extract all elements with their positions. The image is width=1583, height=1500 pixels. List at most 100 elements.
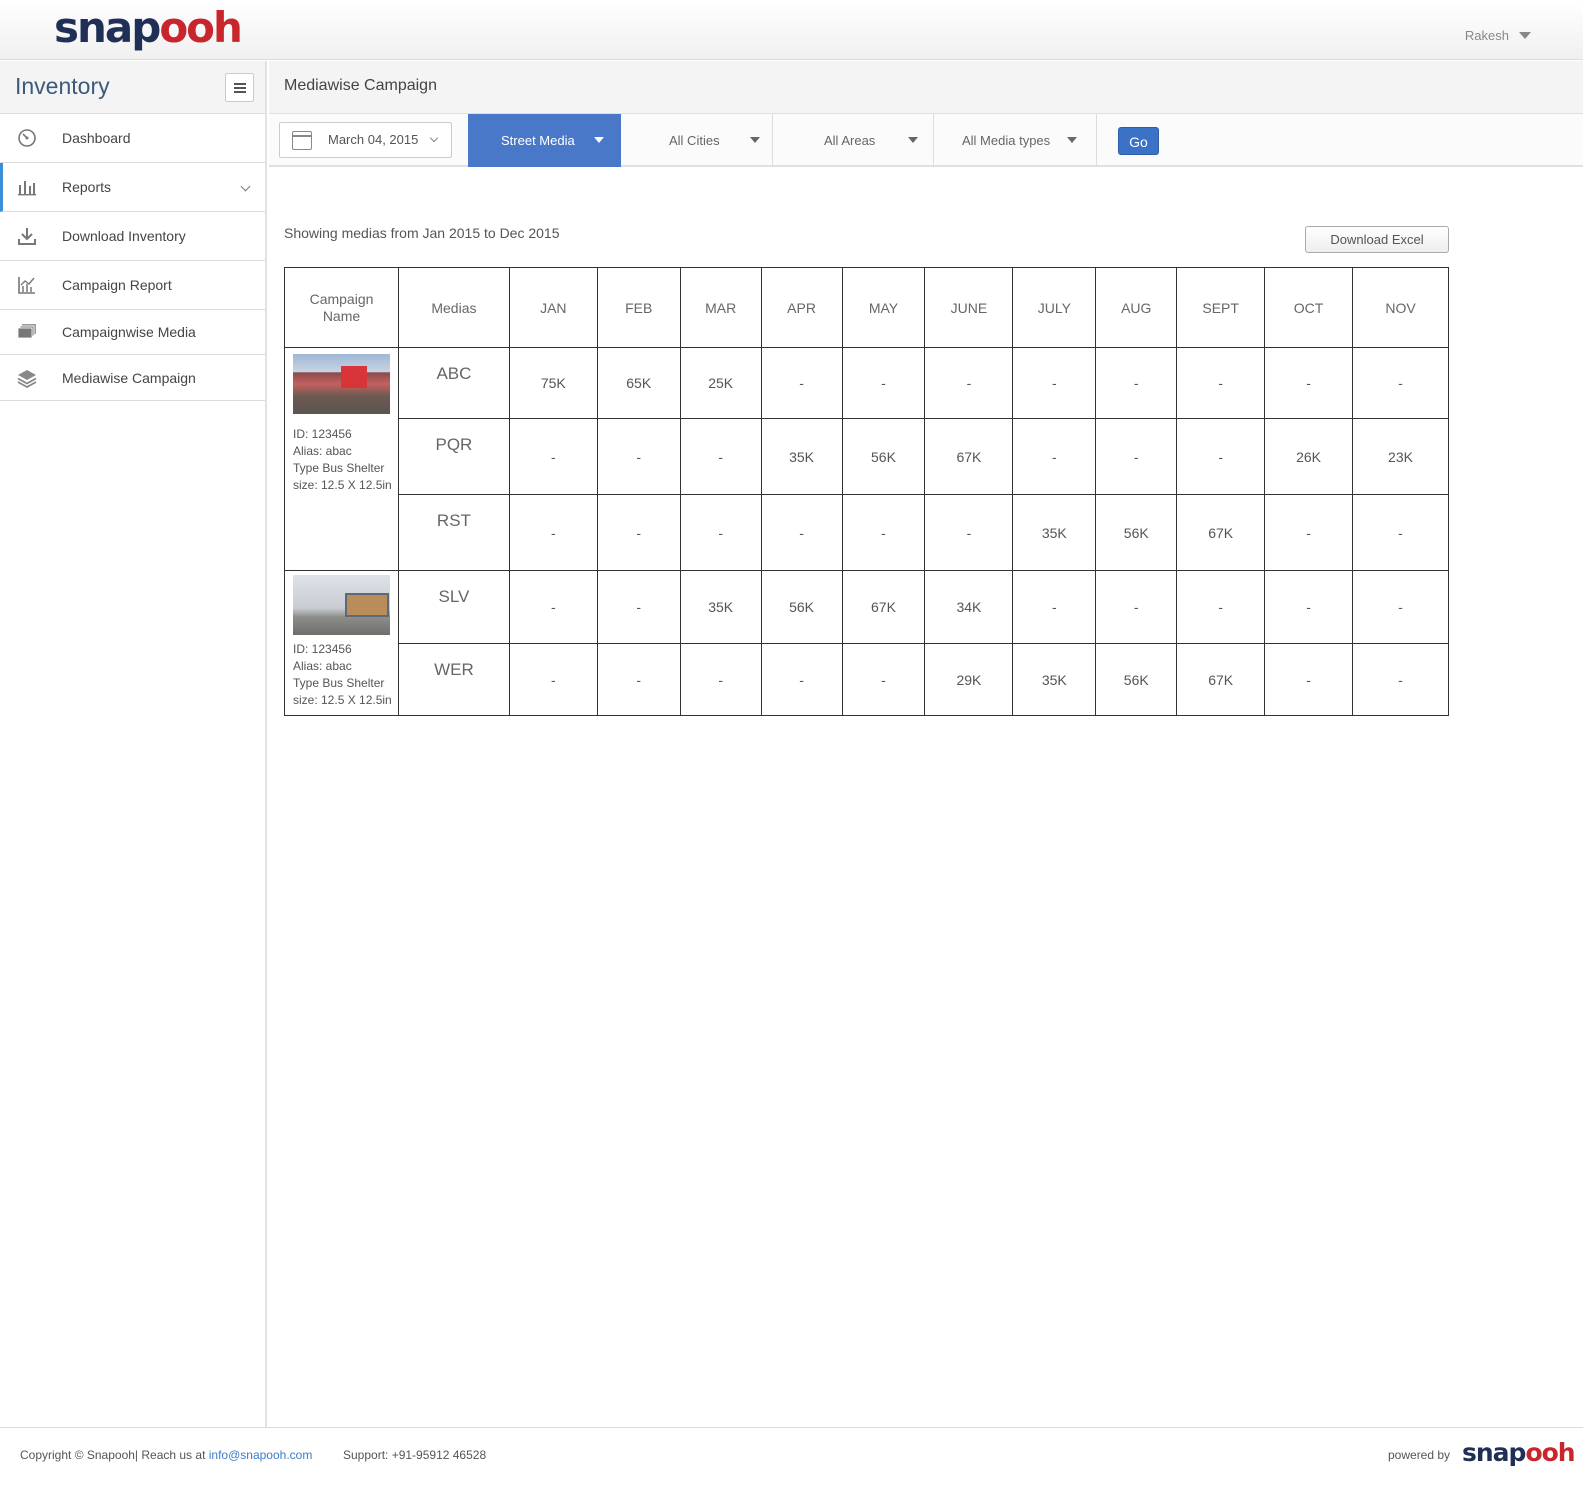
value-cell: - [596,643,681,716]
value-cell: - [1264,570,1354,644]
campaign-alias: Alias: abac [293,444,352,458]
value-cell: - [1012,347,1097,419]
sidebar-header: Inventory [0,61,265,114]
sidebar-item-label: Campaignwise Media [62,324,196,340]
snapooh-logo[interactable]: snapooh [54,2,243,54]
area-dropdown[interactable]: All Areas [773,114,934,167]
column-header: JULY [1012,267,1097,348]
value-cell: - [596,570,681,644]
city-value: All Cities [669,133,720,148]
sidebar-item-campaign-report[interactable]: Campaign Report [0,261,265,310]
layers-icon [17,369,37,388]
media-name: SLV [397,570,510,644]
user-name: Rakesh [1464,28,1509,43]
sidebar-item-dashboard[interactable]: Dashboard [0,114,265,163]
go-button[interactable]: Go [1118,127,1159,155]
media-type-dropdown[interactable]: All Media types [934,114,1097,167]
value-cell: - [1264,494,1354,571]
page-title: Mediawise Campaign [284,77,437,94]
value-cell: - [760,643,843,716]
campaign-id: ID: 123456 [293,427,352,441]
sidebar-item-label: Reports [62,179,112,195]
logo-text-part1: snap [54,3,161,52]
sidebar-item-reports[interactable]: Reports [0,163,265,212]
value-cell: - [1176,418,1266,495]
support-text: Support: +91-95912 46528 [343,1448,487,1462]
column-header: SEPT [1176,267,1266,348]
email-link[interactable]: info@snapooh.com [209,1448,313,1462]
menu-line [234,91,246,93]
calendar-icon [292,131,312,150]
column-header: OCT [1264,267,1354,348]
column-header: JUNE [924,267,1014,348]
media-name: WER [397,643,510,716]
value-cell: 29K [924,643,1014,716]
campaign-type: Type Bus Shelter [293,461,385,475]
caret-down-icon [1067,137,1077,143]
menu-line [234,87,246,89]
table-header-row: Campaign Name Medias JAN FEB MAR APR MAY… [284,267,1449,348]
column-header: MAY [841,267,926,348]
value-cell: - [1352,494,1449,571]
value-cell: - [841,643,926,716]
column-header: APR [760,267,843,348]
value-cell: 56K [1095,494,1178,571]
copyright-text: Copyright © Snapooh| Reach us at [20,1448,209,1462]
bar-chart-icon [18,181,36,196]
campaign-cell: ID: 123456 Alias: abac Type Bus Shelter … [284,347,399,571]
value-cell: - [1352,643,1449,716]
campaign-thumbnail[interactable] [293,354,390,414]
chevron-down-icon [240,181,251,192]
download-icon [18,228,36,245]
column-header: AUG [1095,267,1178,348]
value-cell: - [679,643,762,716]
chevron-down-icon [429,133,439,143]
sidebar-item-campaignwise-media[interactable]: Campaignwise Media [0,310,265,355]
value-cell: - [1012,570,1097,644]
value-cell: 67K [841,570,926,644]
value-cell: - [679,418,762,495]
table-row: PQR - - - 35K 56K 67K - - - 26K 23K [285,418,1449,495]
column-header: Campaign Name [284,267,399,348]
value-cell: 35K [679,570,762,644]
value-cell: - [841,494,926,571]
value-cell: - [1012,418,1097,495]
value-cell: - [679,494,762,571]
value-cell: 23K [1352,418,1449,495]
table-row: ID: 123456 Alias: abac Type Bus Shelter … [284,347,1449,571]
campaign-id: ID: 123456 [293,642,352,656]
value-cell: - [924,494,1014,571]
value-cell: 35K [1012,643,1097,716]
value-cell: - [924,347,1014,419]
value-cell: 67K [1176,643,1266,716]
logo-text-part1: snap [1462,1438,1526,1467]
caret-down-icon [908,137,918,143]
value-cell: 67K [924,418,1014,495]
campaign-thumbnail[interactable] [293,575,390,635]
sidebar: Inventory Dashboard Reports Download Inv… [0,61,267,1427]
campaign-table: Campaign Name Medias JAN FEB MAR APR MAY… [284,267,1449,716]
value-cell: 75K [508,347,598,419]
download-excel-button[interactable]: Download Excel [1305,226,1449,253]
column-header: FEB [596,267,681,348]
column-header: MAR [679,267,762,348]
value-cell: - [1264,643,1354,716]
media-type-value: All Media types [962,133,1051,148]
user-menu[interactable]: Rakesh [1465,28,1531,43]
media-name: PQR [397,418,510,495]
sidebar-item-mediawise-campaign[interactable]: Mediawise Campaign [0,355,265,401]
logo-text-part2: ooh [1525,1438,1575,1467]
value-cell: - [596,494,681,571]
value-cell: 56K [760,570,843,644]
table-row: RST - - - - - - 35K 56K 67K - - [285,494,1449,571]
sidebar-item-download-inventory[interactable]: Download Inventory [0,212,265,261]
sidebar-title: Inventory [15,73,110,99]
date-picker[interactable]: March 04, 2015 [279,122,452,158]
media-category-dropdown[interactable]: Street Media [468,114,621,167]
value-cell: 26K [1264,418,1354,495]
hamburger-menu-button[interactable] [225,73,254,102]
city-dropdown[interactable]: All Cities [621,114,773,167]
footer-snapooh-logo[interactable]: snapooh [1462,1438,1576,1467]
caret-down-icon [1519,32,1531,39]
column-header: NOV [1352,267,1449,348]
